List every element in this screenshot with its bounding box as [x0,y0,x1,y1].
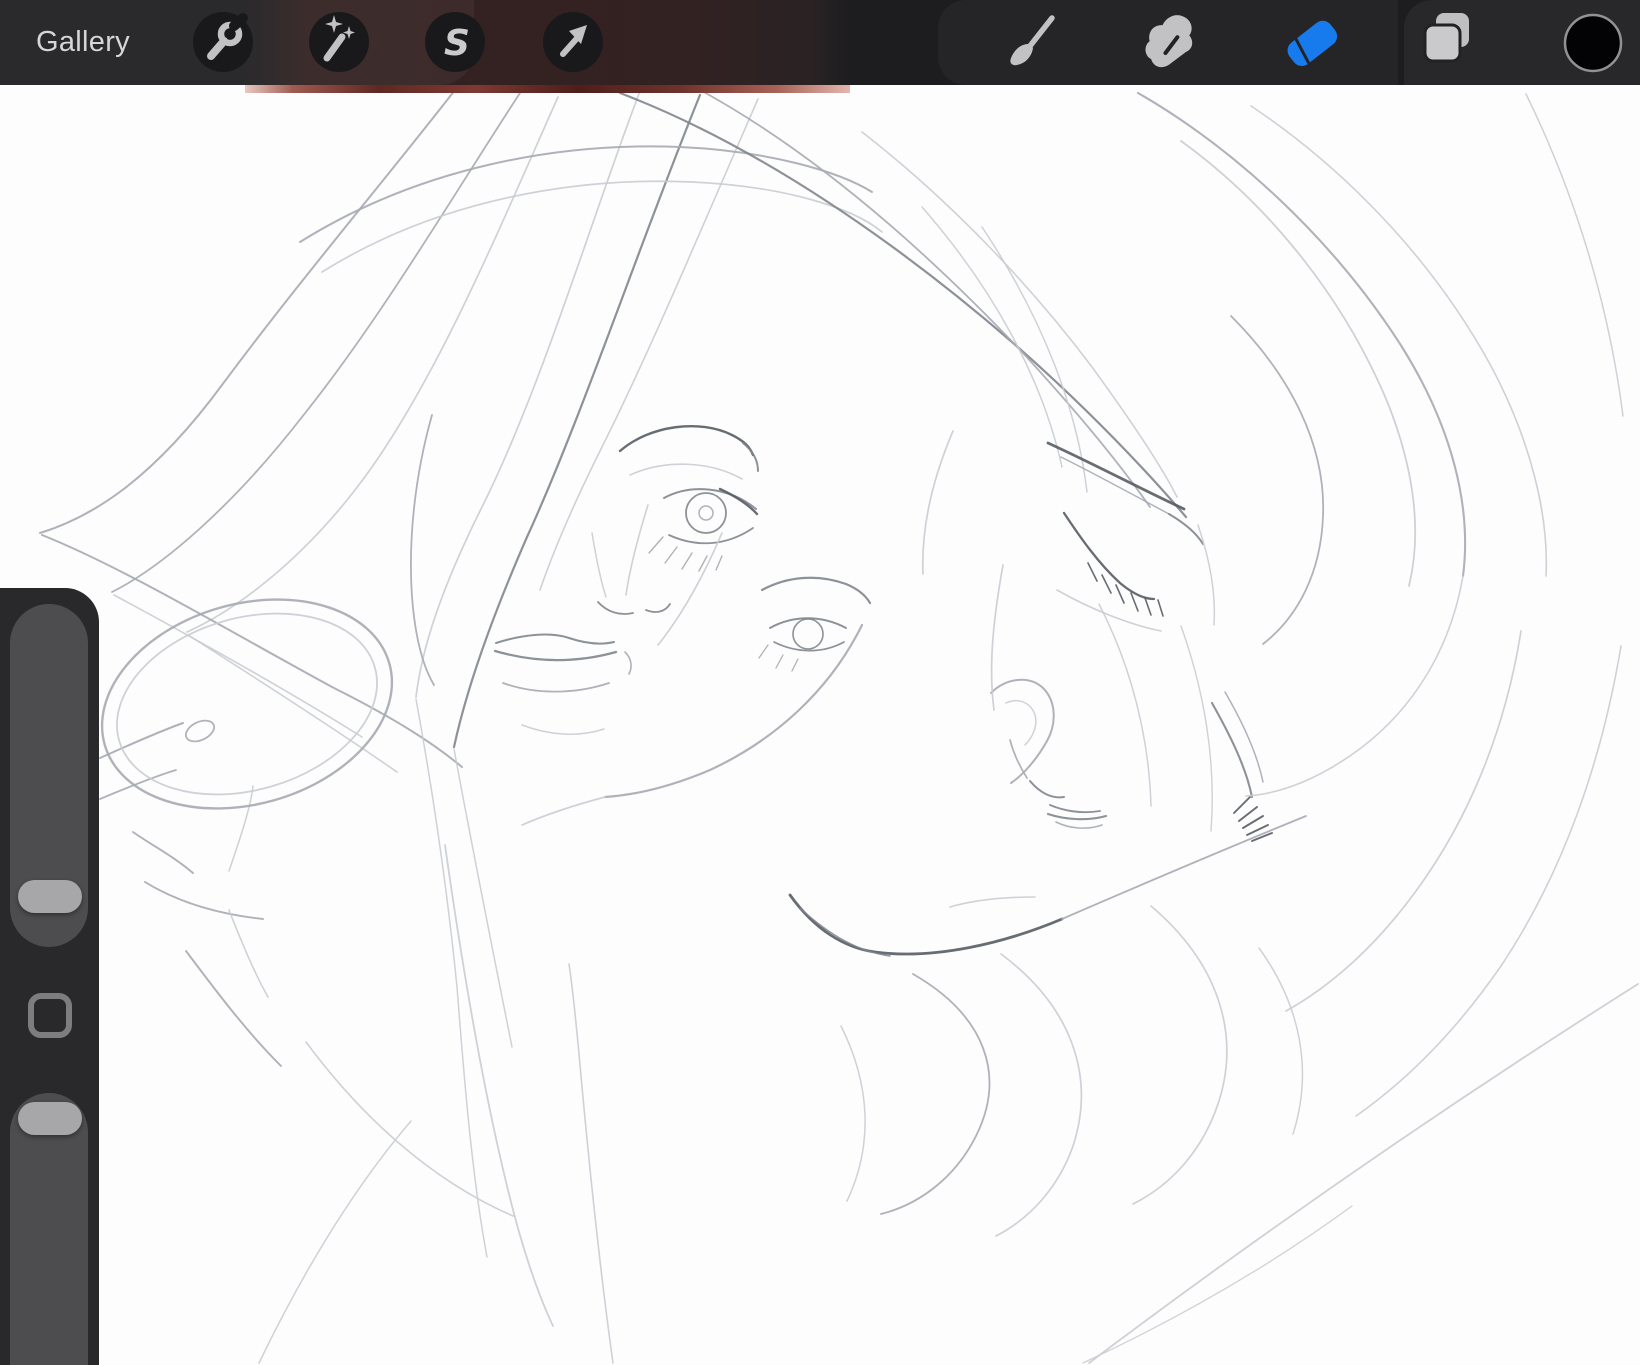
brush-size-slider[interactable] [10,604,88,947]
layers-icon[interactable] [1416,6,1488,78]
magic-wand-icon[interactable] [303,6,375,78]
wrench-icon[interactable] [187,6,259,78]
smudge-tool-icon[interactable] [1136,6,1208,78]
transform-arrow-icon[interactable] [537,6,609,78]
modify-button[interactable] [28,993,72,1038]
svg-text:S: S [444,23,470,64]
brush-size-handle[interactable] [18,880,82,913]
selection-s-icon[interactable]: S [419,6,491,78]
top-toolbar: Gallery S [0,0,1640,85]
drawing-canvas[interactable] [0,85,1640,1365]
opacity-slider[interactable] [10,1093,88,1365]
brush-tool-icon[interactable] [996,6,1068,78]
gallery-label: Gallery [36,26,130,58]
reference-image-peek [245,85,850,93]
gallery-button[interactable]: Gallery [36,0,130,85]
sketch-svg [39,89,1639,1364]
color-swatch-icon[interactable] [1557,6,1629,78]
sidebar-tool-panel [0,588,99,1365]
opacity-handle[interactable] [18,1102,82,1135]
eraser-tool-icon[interactable] [1276,6,1348,78]
